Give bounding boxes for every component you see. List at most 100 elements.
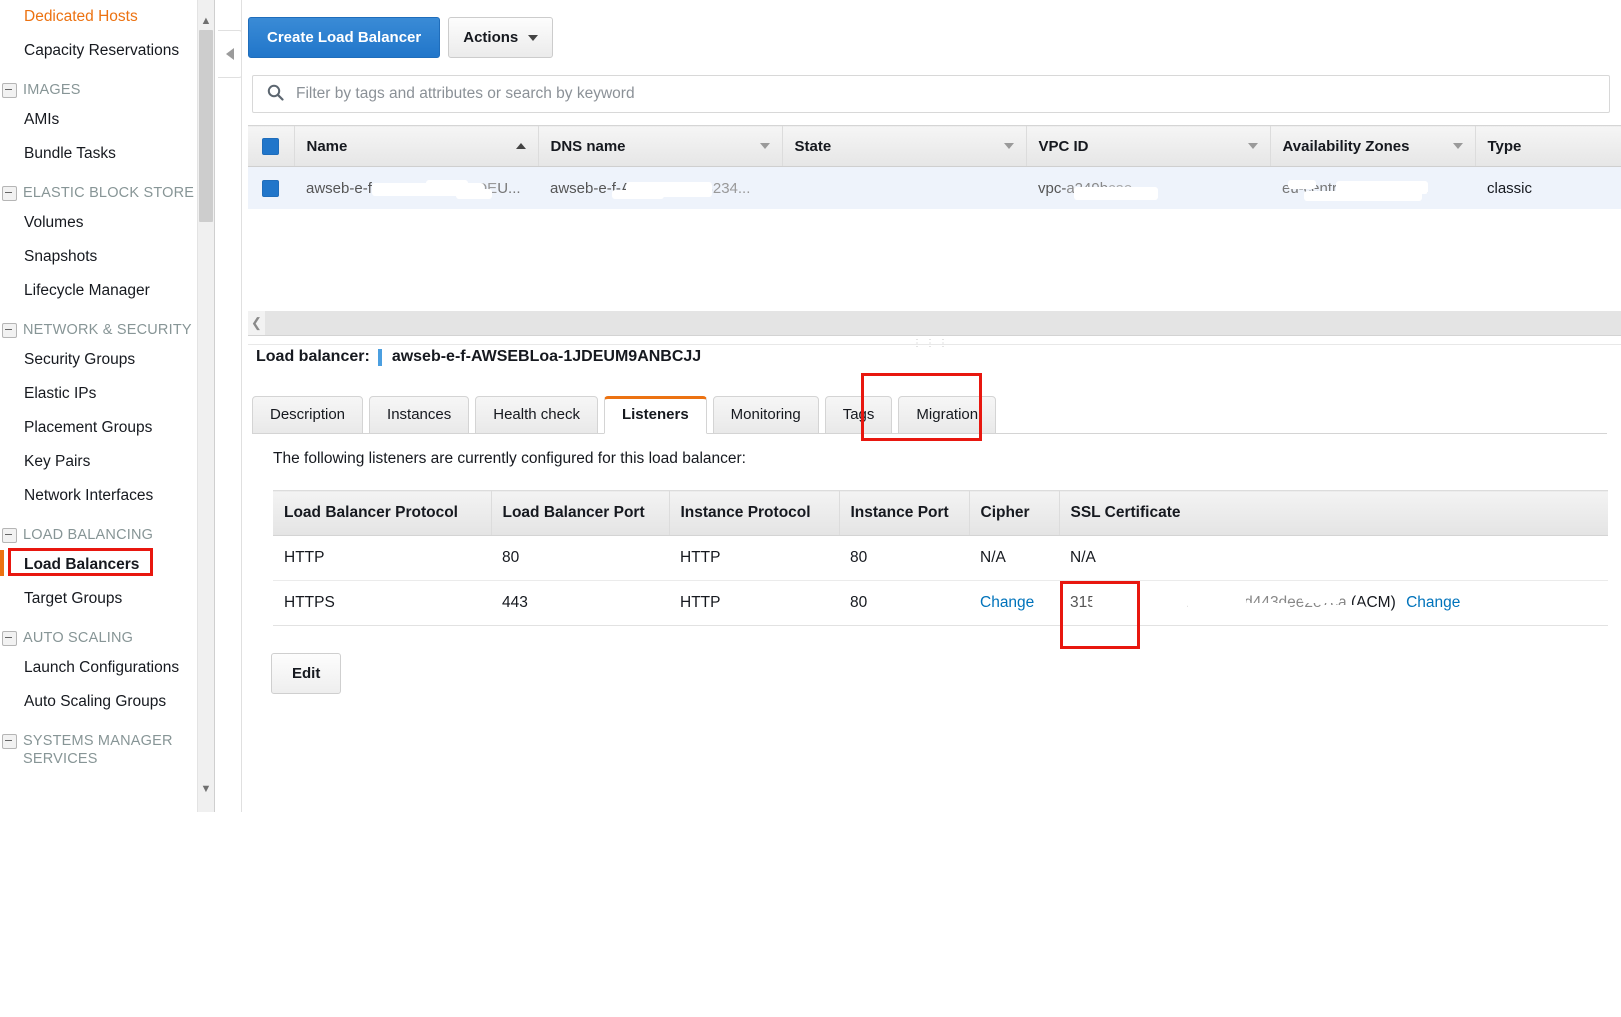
change-cipher-link[interactable]: Change: [980, 594, 1034, 611]
listeners-header-row: Load Balancer Protocol Load Balancer Por…: [273, 490, 1608, 536]
sidebar-item-label[interactable]: Launch Configurations: [0, 651, 197, 685]
sidebar-item-label[interactable]: Snapshots: [0, 240, 197, 274]
sidebar-group-images[interactable]: IMAGES: [0, 68, 197, 103]
detail-label: Load balancer:: [256, 348, 370, 365]
sidebar-item-capacity-reservations[interactable]: Capacity Reservations: [0, 34, 197, 68]
sort-ascending-icon[interactable]: [515, 143, 526, 149]
sidebar-item-volumes[interactable]: Volumes: [0, 206, 197, 240]
tab-instances[interactable]: Instances: [369, 396, 470, 434]
tab-listeners[interactable]: Listeners: [603, 396, 707, 434]
sort-descending-icon[interactable]: [759, 143, 770, 149]
column-header-type[interactable]: Type: [1474, 125, 1621, 167]
sidebar-item-label[interactable]: Key Pairs: [0, 445, 197, 479]
sidebar-item-load-balancers[interactable]: Load Balancers: [0, 548, 197, 582]
sidebar-item-elastic-ips[interactable]: Elastic IPs: [0, 377, 197, 411]
select-all-checkbox[interactable]: [262, 137, 279, 155]
column-label: VPC ID: [1038, 137, 1089, 155]
cell-name: awseb-e-f-AWSEBLoa-1JDEU...: [294, 166, 538, 209]
sidebar-item-key-pairs[interactable]: Key Pairs: [0, 445, 197, 479]
actions-label: Actions: [463, 29, 519, 46]
sidebar-item-network-interfaces[interactable]: Network Interfaces: [0, 479, 197, 513]
sidebar-item-snapshots[interactable]: Snapshots: [0, 240, 197, 274]
sidebar-group-label: ELASTIC BLOCK STORE: [23, 185, 195, 201]
tab-monitoring[interactable]: Monitoring: [712, 396, 819, 434]
redacted-ssl-certificate: 3152bfa-c24f-46ae-a1cb-d443dee2e7ca: [1070, 594, 1366, 614]
cell-inst-port: 80: [839, 580, 969, 626]
sidebar-item-label[interactable]: Security Groups: [0, 343, 197, 377]
sidebar-group-load-balancing[interactable]: LOAD BALANCING: [0, 513, 197, 548]
cell-cipher: Change: [969, 580, 1059, 626]
sidebar-item-label[interactable]: Bundle Tasks: [0, 137, 197, 171]
column-header-availability-zones[interactable]: Availability Zones: [1269, 125, 1475, 167]
change-ssl-certificate-link[interactable]: Change: [1406, 594, 1460, 611]
sidebar-item-label[interactable]: Dedicated Hosts: [0, 0, 197, 34]
column-header-dns-name[interactable]: DNS name: [537, 125, 782, 167]
column-header-vpc-id[interactable]: VPC ID: [1025, 125, 1270, 167]
listeners-column-inst-protocol: Instance Protocol: [668, 490, 839, 536]
filter-bar[interactable]: [252, 75, 1610, 113]
scrollbar-thumb[interactable]: [199, 30, 213, 222]
cell-ssl-cert: N/A: [1059, 535, 1608, 581]
sidebar-group-elastic-block-store[interactable]: ELASTIC BLOCK STORE: [0, 171, 197, 206]
sidebar-item-label[interactable]: Auto Scaling Groups: [0, 685, 197, 719]
tab-tags[interactable]: Tags: [824, 396, 893, 434]
sidebar-group-network-security[interactable]: NETWORK & SECURITY: [0, 308, 197, 343]
horizontal-scrollbar[interactable]: ❮: [248, 311, 1621, 336]
sidebar-item-bundle-tasks[interactable]: Bundle Tasks: [0, 137, 197, 171]
scroll-down-icon[interactable]: ▼: [198, 780, 214, 797]
sidebar-item-auto-scaling-groups[interactable]: Auto Scaling Groups: [0, 685, 197, 719]
sidebar-item-security-groups[interactable]: Security Groups: [0, 343, 197, 377]
edit-listeners-button[interactable]: Edit: [271, 653, 342, 694]
sort-descending-icon[interactable]: [1247, 143, 1258, 149]
listeners-column-cipher: Cipher: [968, 490, 1059, 536]
sort-descending-icon[interactable]: [1003, 143, 1014, 149]
actions-button[interactable]: Actions: [448, 17, 554, 58]
tab-health-check[interactable]: Health check: [475, 396, 598, 434]
sidebar-item-launch-configurations[interactable]: Launch Configurations: [0, 651, 197, 685]
collapse-minus-icon[interactable]: [2, 631, 17, 646]
sidebar-item-target-groups[interactable]: Target Groups: [0, 582, 197, 616]
sidebar-item-placement-groups[interactable]: Placement Groups: [0, 411, 197, 445]
sidebar-item-label[interactable]: Elastic IPs: [0, 377, 197, 411]
table-row[interactable]: awseb-e-f-AWSEBLoa-1JDEU... awseb-e-f-AW…: [248, 166, 1621, 209]
sidebar-item-label[interactable]: Placement Groups: [0, 411, 197, 445]
sidebar-scrollbar[interactable]: ▲ ▼: [197, 0, 215, 812]
sidebar-item-dedicated-hosts[interactable]: Dedicated Hosts: [0, 0, 197, 34]
scroll-left-icon[interactable]: ❮: [248, 311, 265, 335]
column-header-state[interactable]: State: [781, 125, 1026, 167]
sidebar-item-label[interactable]: Lifecycle Manager: [0, 274, 197, 308]
create-load-balancer-button[interactable]: Create Load Balancer: [248, 17, 441, 58]
tab-description[interactable]: Description: [252, 396, 364, 434]
row-checkbox[interactable]: [262, 179, 279, 197]
tab-migration[interactable]: Migration: [898, 396, 997, 434]
cell-lb-port: 443: [491, 580, 669, 626]
row-select-cell[interactable]: [248, 166, 294, 209]
sidebar-item-label[interactable]: Load Balancers: [0, 548, 197, 582]
title-separator-bar: [377, 348, 382, 366]
sidebar-item-label[interactable]: Network Interfaces: [0, 479, 197, 513]
column-header-name[interactable]: Name: [293, 125, 538, 167]
collapse-minus-icon[interactable]: [2, 323, 17, 338]
pane-divider: [248, 344, 1621, 345]
sort-descending-icon[interactable]: [1452, 143, 1463, 149]
collapse-sidebar-button[interactable]: [218, 30, 243, 78]
cell-vpc-id: vpc-a249bcae: [1026, 166, 1270, 209]
search-input[interactable]: [294, 84, 1519, 104]
sidebar-item-amis[interactable]: AMIs: [0, 103, 197, 137]
sidebar-item-label[interactable]: AMIs: [0, 103, 197, 137]
collapse-minus-icon[interactable]: [2, 186, 17, 201]
collapse-minus-icon[interactable]: [2, 734, 17, 749]
select-all-header[interactable]: [248, 125, 294, 167]
sidebar-group-systems-manager-services[interactable]: SYSTEMS MANAGER SERVICES: [0, 719, 197, 772]
sidebar-group-auto-scaling[interactable]: AUTO SCALING: [0, 616, 197, 651]
sidebar-item-label[interactable]: Capacity Reservations: [0, 34, 197, 68]
detail-tabs: Description Instances Health check Listener…: [252, 396, 1002, 434]
sidebar-item-lifecycle-manager[interactable]: Lifecycle Manager: [0, 274, 197, 308]
load-balancers-table: Name DNS name State VPC ID Availability …: [248, 125, 1621, 209]
cell-cipher: N/A: [969, 535, 1059, 581]
scroll-up-icon[interactable]: ▲: [198, 12, 214, 29]
sidebar-item-label[interactable]: Volumes: [0, 206, 197, 240]
collapse-minus-icon[interactable]: [2, 528, 17, 543]
sidebar-item-label[interactable]: Target Groups: [0, 582, 197, 616]
collapse-minus-icon[interactable]: [2, 83, 17, 98]
